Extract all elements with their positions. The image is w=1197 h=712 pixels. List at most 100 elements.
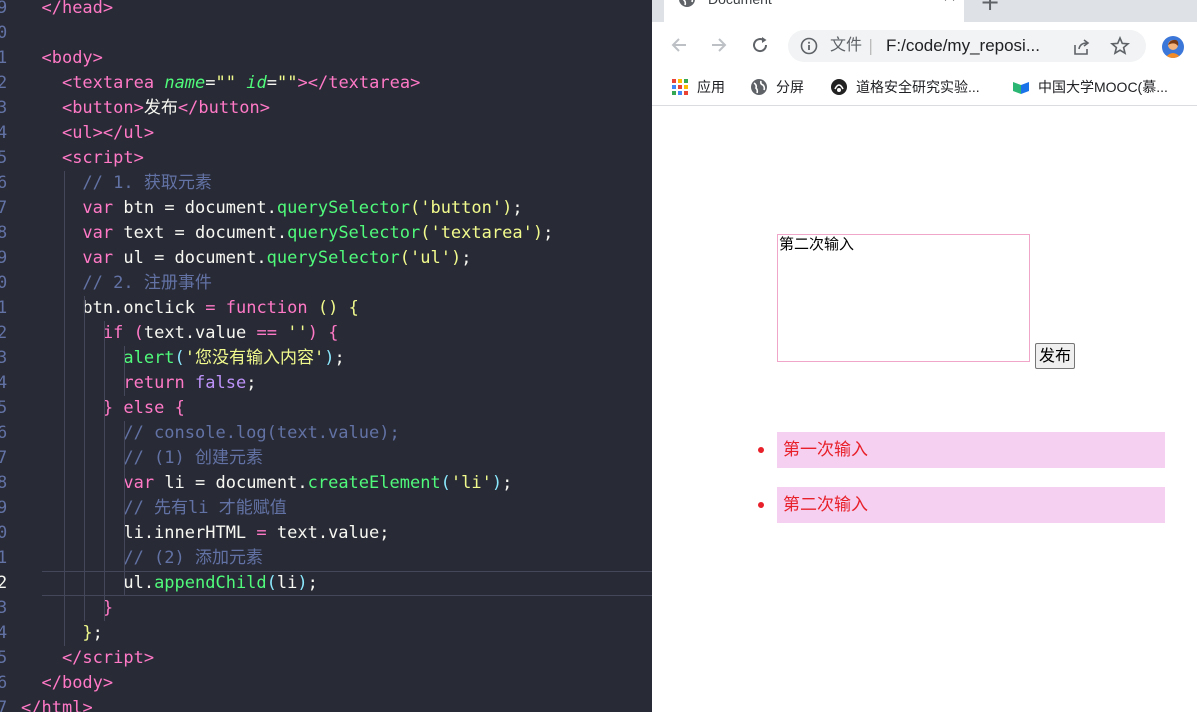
code-text: </body> — [21, 673, 114, 693]
code-line[interactable]: 5 } else { — [0, 396, 652, 421]
code-text: <body> — [21, 48, 103, 68]
bookmark-label: 道格安全研究实验... — [856, 79, 980, 95]
indent-guide — [84, 296, 85, 621]
code-line[interactable]: 7 </html> — [0, 696, 652, 712]
close-tab-icon[interactable]: ✕ — [942, 0, 957, 6]
code-text: // (2) 添加元素 — [21, 548, 263, 568]
bookmark-split-screen[interactable]: 分屏 — [750, 77, 804, 97]
code-line[interactable]: 7 // (1) 创建元素 — [0, 446, 652, 471]
back-arrow-icon[interactable] — [668, 34, 690, 56]
list-item: 第二次输入 — [758, 487, 1165, 523]
code-line[interactable]: 8 var li = document.createElement('li'); — [0, 471, 652, 496]
code-text: <script> — [21, 148, 144, 168]
code-line[interactable]: 0 — [0, 21, 652, 46]
indent-guide — [124, 346, 125, 396]
line-number: 8 — [0, 223, 8, 243]
code-line[interactable]: 9 // 先有li 才能赋值 — [0, 496, 652, 521]
code-line[interactable]: 6 </body> — [0, 671, 652, 696]
address-bar[interactable]: 文件 | F:/code/my_reposi... — [788, 30, 1146, 62]
code-text: if (text.value == '') { — [102, 323, 339, 343]
code-line[interactable]: 1 // (2) 添加元素 — [0, 546, 652, 571]
bookmark-label: 中国大学MOOC(慕... — [1038, 79, 1168, 95]
code-text: } else { — [102, 398, 185, 418]
forward-arrow-icon[interactable] — [708, 34, 730, 56]
code-line[interactable]: 8 var text = document.querySelector('tex… — [0, 221, 652, 246]
line-number: 6 — [0, 423, 8, 443]
code-line[interactable]: 6 // 1. 获取元素 — [0, 171, 652, 196]
line-number: 2 — [0, 323, 8, 343]
code-line[interactable]: 2 if (text.value == '') { — [0, 321, 652, 346]
code-line[interactable]: 0 li.innerHTML = text.value; — [0, 521, 652, 546]
line-number: 9 — [0, 0, 8, 18]
code-line[interactable]: 5 <script> — [0, 146, 652, 171]
code-text: }; — [82, 623, 103, 643]
info-icon[interactable] — [800, 37, 818, 55]
code-line[interactable]: 7 var btn = document.querySelector('butt… — [0, 196, 652, 221]
code-text: alert('您没有输入内容'); — [123, 348, 345, 368]
line-number: 1 — [0, 48, 8, 68]
post-list: 第一次输入 第二次输入 — [758, 432, 1165, 542]
code-line[interactable]: 4 }; — [0, 621, 652, 646]
code-text: // 先有li 才能赋值 — [21, 498, 287, 518]
code-text: } — [102, 598, 114, 618]
indent-guide — [124, 421, 125, 596]
code-line[interactable]: 4 <ul></ul> — [0, 121, 652, 146]
code-line[interactable]: 4 return false; — [0, 371, 652, 396]
code-line[interactable]: 9 </head> — [0, 0, 652, 21]
bookmark-apps[interactable]: 应用 — [671, 77, 725, 97]
indent-guide — [64, 171, 65, 646]
code-line[interactable]: 1 btn.onclick = function () { — [0, 296, 652, 321]
bullet-icon — [758, 447, 764, 453]
new-tab-button[interactable]: + — [980, 0, 1000, 14]
code-line[interactable]: 0 // 2. 注册事件 — [0, 271, 652, 296]
line-number: 7 — [0, 198, 8, 218]
tab-document[interactable]: Document ✕ — [664, 0, 964, 22]
avatar-icon — [1165, 39, 1181, 58]
indent-guide — [104, 321, 105, 621]
code-text: li.innerHTML = text.value; — [21, 523, 390, 543]
bookmark-security-lab[interactable]: 道格安全研究实验... — [830, 77, 980, 97]
code-line[interactable]: 6 // console.log(text.value); — [0, 421, 652, 446]
bookmarks-bar: 应用 分屏 道格安全研究实验... 中国大学MOOC(慕... — [652, 68, 1197, 106]
reload-icon[interactable] — [749, 34, 771, 56]
comment-textarea[interactable]: 第二次输入 — [777, 234, 1030, 362]
code-line[interactable]: 5 </script> — [0, 646, 652, 671]
page-viewport: 第二次输入 发布 第一次输入 第二次输入 — [652, 107, 1197, 712]
tab-strip: Document ✕ + — [652, 0, 1197, 22]
line-number: 9 — [0, 248, 8, 268]
line-number: 1 — [0, 548, 8, 568]
line-number: 3 — [0, 598, 8, 618]
code-text: <textarea name="" id=""></textarea> — [21, 73, 421, 93]
line-number: 4 — [0, 373, 8, 393]
address-scheme-label: 文件 — [830, 37, 863, 54]
bookmark-star-icon[interactable] — [1110, 36, 1130, 56]
code-editor[interactable]: 9 </head> 0 1 <body> 2 <textarea name="" id… — [0, 0, 652, 712]
line-number: 0 — [0, 23, 8, 43]
code-line[interactable]: 3 alert('您没有输入内容'); — [0, 346, 652, 371]
code-line[interactable]: 9 var ul = document.querySelector('ul'); — [0, 246, 652, 271]
share-icon[interactable] — [1072, 37, 1092, 57]
code-line[interactable]: 3 } — [0, 596, 652, 621]
address-url[interactable]: F:/code/my_reposi... — [886, 30, 1040, 62]
bookmark-label: 分屏 — [776, 79, 804, 95]
code-text: </head> — [21, 0, 114, 18]
code-text: </script> — [21, 648, 155, 668]
code-text: var ul = document.querySelector('ul'); — [82, 248, 472, 268]
publish-button[interactable]: 发布 — [1035, 343, 1076, 369]
bookmark-mooc[interactable]: 中国大学MOOC(慕... — [1012, 77, 1168, 97]
code-line[interactable]: 2 <textarea name="" id=""></textarea> — [0, 71, 652, 96]
line-number: 0 — [0, 273, 8, 293]
profile-avatar[interactable] — [1162, 36, 1184, 58]
code-line[interactable]: 1 <body> — [0, 46, 652, 71]
line-number: 5 — [0, 398, 8, 418]
globe-icon — [679, 0, 695, 7]
code-text: ul.appendChild(li); — [21, 573, 318, 593]
code-text: // console.log(text.value); — [21, 423, 400, 443]
post-text: 第一次输入 — [783, 440, 868, 460]
apps-grid-icon — [672, 79, 688, 95]
tab-title: Document — [708, 0, 772, 8]
code-line[interactable]: 3 <button>发布</button> — [0, 96, 652, 121]
code-line[interactable]: 2 ul.appendChild(li); — [0, 571, 652, 596]
code-text: <ul></ul> — [21, 123, 155, 143]
line-number: 2 — [0, 73, 8, 93]
